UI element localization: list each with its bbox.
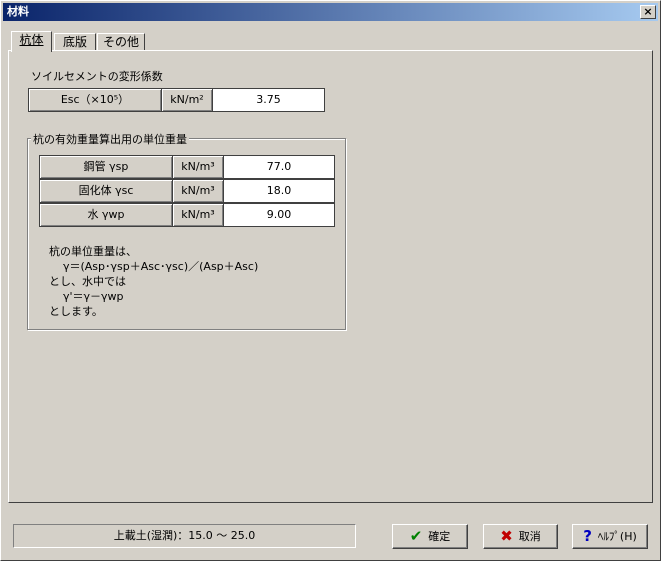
table-row: 固化体 γsc kN/m³ 18.0 — [39, 179, 335, 203]
steel-pipe-unit: kN/m³ — [172, 155, 224, 179]
tab-other[interactable]: その他 — [97, 33, 145, 51]
water-unit: kN/m³ — [172, 203, 224, 227]
ok-button[interactable]: ✔ 確定 — [392, 524, 468, 549]
steel-pipe-name: 鋼管 γsp — [39, 155, 173, 179]
note-line: γ'＝γ－γwp — [49, 290, 124, 303]
title-bar[interactable]: 材料 × — [3, 3, 658, 21]
help-button[interactable]: ? ﾍﾙﾌﾟ(H) — [572, 524, 648, 549]
close-icon: × — [643, 5, 653, 18]
close-button[interactable]: × — [640, 5, 656, 19]
table-row: 水 γwp kN/m³ 9.00 — [39, 203, 335, 227]
soil-cement-label: ソイルセメントの変形係数 — [31, 70, 163, 83]
question-icon: ? — [583, 527, 592, 545]
help-button-label: ﾍﾙﾌﾟ(H) — [597, 529, 637, 543]
esc-value-field[interactable]: 3.75 — [212, 88, 325, 112]
tab-base-slab[interactable]: 底版 — [54, 33, 96, 51]
note-line: とし、水中では — [49, 275, 126, 288]
unit-weight-group-title: 杭の有効重量算出用の単位重量 — [31, 131, 189, 147]
ok-button-label: 確定 — [428, 529, 451, 543]
esc-unit: kN/m² — [161, 88, 213, 112]
checkmark-icon: ✔ — [409, 527, 423, 545]
solidified-unit: kN/m³ — [172, 179, 224, 203]
tab-pile-body[interactable]: 杭体 — [11, 31, 52, 52]
esc-row: Esc（×10⁵） kN/m² 3.75 — [28, 88, 325, 112]
water-name: 水 γwp — [39, 203, 173, 227]
solidified-value-field[interactable]: 18.0 — [223, 179, 335, 203]
table-row: 鋼管 γsp kN/m³ 77.0 — [39, 155, 335, 179]
window-title: 材料 — [7, 5, 29, 18]
status-panel: 上載土(湿潤)：15.0 ～ 25.0 — [13, 524, 356, 548]
note-line: 杭の単位重量は、 — [49, 245, 137, 258]
formula-note: 杭の単位重量は、 γ＝(Asp･γsp＋Asc･γsc)／(Asp＋Asc) と… — [49, 244, 258, 319]
water-value-field[interactable]: 9.00 — [223, 203, 335, 227]
note-line: とします。 — [49, 305, 103, 318]
esc-name: Esc（×10⁵） — [28, 88, 162, 112]
cross-icon: ✖ — [500, 527, 513, 545]
note-line: γ＝(Asp･γsp＋Asc･γsc)／(Asp＋Asc) — [49, 260, 259, 273]
cancel-button[interactable]: ✖ 取消 — [483, 524, 558, 549]
solidified-name: 固化体 γsc — [39, 179, 173, 203]
cancel-button-label: 取消 — [518, 529, 541, 543]
steel-pipe-value-field[interactable]: 77.0 — [223, 155, 335, 179]
material-dialog: 材料 × 杭体 底版 その他 ソイルセメントの変形係数 Esc（×10⁵） kN… — [0, 0, 661, 561]
